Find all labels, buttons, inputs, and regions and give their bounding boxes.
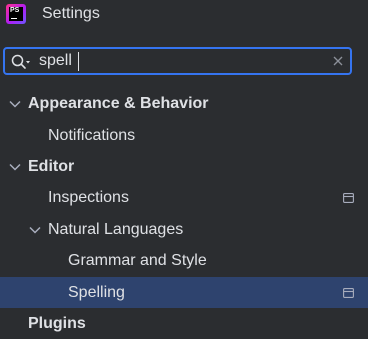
text-caret bbox=[78, 52, 79, 71]
tree-item-notifications[interactable]: Notifications bbox=[0, 120, 368, 151]
tree-item-label: Inspections bbox=[48, 188, 129, 206]
tree-item-grammar-and-style[interactable]: Grammar and Style bbox=[0, 245, 368, 276]
tree-item-label: Notifications bbox=[48, 126, 136, 144]
tree-item-label: Spelling bbox=[68, 283, 125, 301]
tree-item-label: Editor bbox=[28, 157, 75, 175]
title-bar: PS Settings bbox=[0, 0, 368, 30]
tree-item-label: Appearance & Behavior bbox=[28, 94, 209, 112]
chevron-down-icon[interactable] bbox=[29, 226, 41, 234]
tree-item-plugins[interactable]: Plugins bbox=[0, 308, 368, 339]
settings-search-field[interactable] bbox=[3, 47, 352, 75]
app-icon-text: PS bbox=[10, 7, 20, 14]
search-input[interactable] bbox=[39, 51, 319, 71]
search-with-options-icon[interactable] bbox=[11, 54, 31, 70]
chevron-down-icon[interactable] bbox=[9, 100, 21, 108]
tree-item-label: Plugins bbox=[28, 314, 86, 332]
tree-item-label: Grammar and Style bbox=[68, 251, 207, 269]
window-title: Settings bbox=[42, 5, 100, 22]
tree-item-appearance-behavior[interactable]: Appearance & Behavior bbox=[0, 88, 368, 119]
tree-item-spelling[interactable]: Spelling bbox=[0, 277, 368, 308]
tree-item-inspections[interactable]: Inspections bbox=[0, 182, 368, 213]
tree-item-natural-languages[interactable]: Natural Languages bbox=[0, 214, 368, 245]
phpstorm-app-icon: PS bbox=[6, 4, 26, 24]
tree-item-editor[interactable]: Editor bbox=[0, 151, 368, 182]
chevron-down-icon[interactable] bbox=[9, 163, 21, 171]
close-icon[interactable] bbox=[332, 55, 344, 67]
tree-item-label: Natural Languages bbox=[48, 220, 184, 238]
project-settings-icon bbox=[343, 192, 354, 203]
project-settings-icon bbox=[343, 287, 354, 298]
